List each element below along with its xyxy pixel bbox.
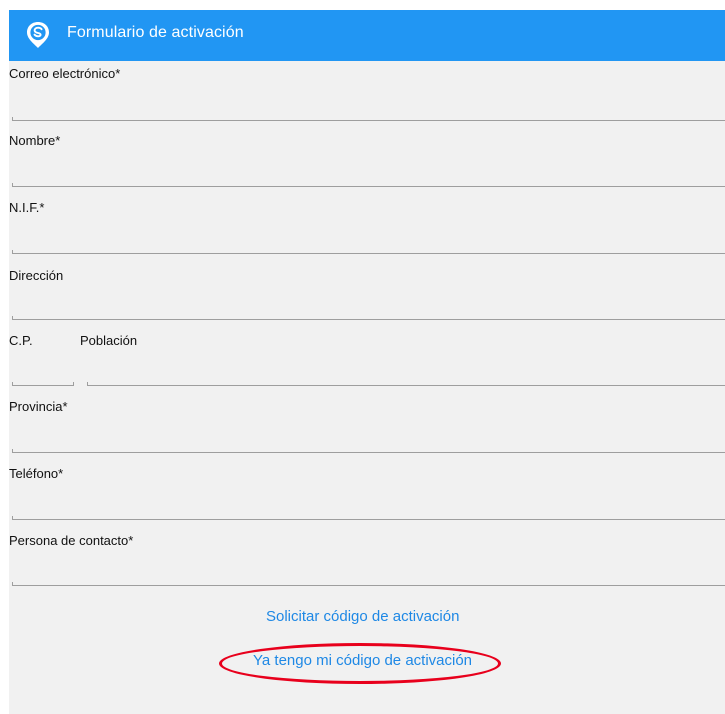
address-field-underline xyxy=(12,316,725,320)
city-field[interactable] xyxy=(88,354,722,386)
postal-code-field[interactable] xyxy=(12,354,76,386)
email-field[interactable] xyxy=(12,88,721,120)
email-label: Correo electrónico* xyxy=(9,66,121,81)
city-label: Población xyxy=(80,333,138,348)
postal-code-label: C.P. xyxy=(9,333,33,348)
postal-code-field-underline xyxy=(12,382,74,386)
address-label: Dirección xyxy=(9,268,64,283)
city-field-underline xyxy=(87,382,725,386)
nif-field-underline xyxy=(12,250,725,254)
nif-label: N.I.F.* xyxy=(9,200,45,215)
page-title: Formulario de activación xyxy=(67,24,244,41)
province-field-underline xyxy=(12,449,725,453)
contact-person-label: Persona de contacto* xyxy=(9,533,134,548)
have-activation-code-button[interactable]: Ya tengo mi código de activación xyxy=(253,652,472,669)
province-field[interactable] xyxy=(12,421,721,453)
nif-field[interactable] xyxy=(12,221,721,253)
email-field-underline xyxy=(12,117,725,121)
phone-label: Teléfono* xyxy=(9,466,64,481)
activation-screen: Formulario de activación Correo electrón… xyxy=(9,10,725,714)
phone-field[interactable] xyxy=(12,487,721,519)
name-label: Nombre* xyxy=(9,133,61,148)
contact-person-field[interactable] xyxy=(12,554,721,586)
app-bar: Formulario de activación xyxy=(9,10,725,61)
province-label: Provincia* xyxy=(9,399,68,414)
location-pin-s-icon xyxy=(27,22,49,48)
phone-field-underline xyxy=(12,516,725,520)
contact-person-field-underline xyxy=(12,582,725,586)
request-activation-code-button[interactable]: Solicitar código de activación xyxy=(266,608,459,625)
name-field[interactable] xyxy=(12,155,721,187)
address-field[interactable] xyxy=(12,288,721,320)
name-field-underline xyxy=(12,183,725,187)
